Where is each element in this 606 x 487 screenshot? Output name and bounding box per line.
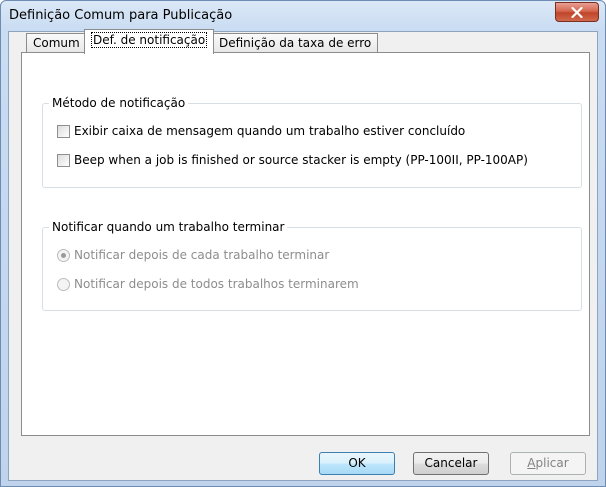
checkbox[interactable] — [57, 153, 70, 167]
tab-comum[interactable]: Comum — [26, 33, 87, 53]
notify-each-job-option[interactable]: Notificar depois de cada trabalho termin… — [57, 248, 329, 262]
group-legend: Notificar quando um trabalho terminar — [49, 220, 288, 234]
tab-panel: Método de notificação Exibir caixa de me… — [21, 52, 590, 436]
checkbox[interactable] — [57, 124, 70, 138]
option-label: Beep when a job is finished or source st… — [74, 153, 528, 167]
tab-label: Comum — [33, 36, 80, 50]
notification-method-group: Método de notificação Exibir caixa de me… — [42, 96, 582, 188]
radio-button[interactable] — [57, 248, 70, 262]
dialog-window: Definição Comum para Publicação Comum De… — [0, 0, 606, 487]
radio-button[interactable] — [57, 277, 70, 291]
option-label: Exibir caixa de mensagem quando um traba… — [74, 124, 466, 138]
option-label: Notificar depois de todos trabalhos term… — [74, 277, 359, 291]
message-box-option[interactable]: Exibir caixa de mensagem quando um traba… — [57, 124, 465, 138]
option-label: Notificar depois de cada trabalho termin… — [74, 248, 330, 262]
apply-button[interactable]: Aplicar — [510, 452, 586, 475]
apply-label: plicar — [535, 456, 569, 470]
ok-button[interactable]: OK — [319, 452, 395, 475]
group-legend: Método de notificação — [49, 96, 189, 110]
tab-notification-settings[interactable]: Def. de notificação — [84, 29, 215, 54]
beep-option[interactable]: Beep when a job is finished or source st… — [57, 153, 528, 167]
close-button[interactable] — [555, 2, 599, 22]
window-title: Definição Comum para Publicação — [9, 8, 233, 23]
tab-label: Definição da taxa de erro — [219, 36, 372, 50]
close-icon — [571, 6, 583, 18]
tab-error-rate-settings[interactable]: Definição da taxa de erro — [212, 33, 379, 53]
cancel-button[interactable]: Cancelar — [413, 452, 489, 475]
notify-when-group: Notificar quando um trabalho terminar No… — [42, 220, 582, 311]
title-bar[interactable]: Definição Comum para Publicação — [1, 1, 605, 31]
apply-accelerator: A — [527, 456, 536, 470]
tab-label: Def. de notificação — [91, 32, 208, 48]
notify-all-jobs-option[interactable]: Notificar depois de todos trabalhos term… — [57, 277, 359, 291]
